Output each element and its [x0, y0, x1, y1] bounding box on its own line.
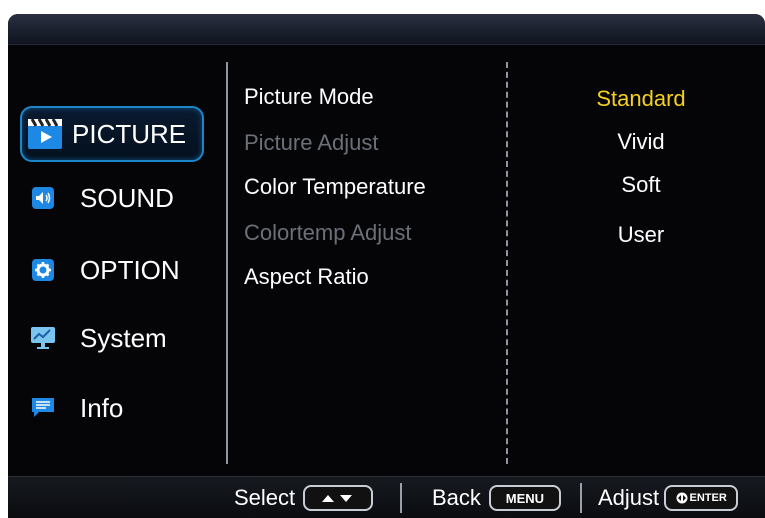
- value-soft[interactable]: Soft: [528, 172, 754, 198]
- hint-select: Select: [234, 485, 374, 511]
- option-aspect-ratio[interactable]: Aspect Ratio: [244, 264, 369, 290]
- hint-back: Back MENU: [432, 485, 561, 511]
- enter-key: ENTER: [664, 485, 739, 511]
- clapperboard-icon: [26, 117, 66, 151]
- tv-osd-screen: PICTURE SOUND OPTION System Info Picture…: [8, 14, 765, 518]
- hint-back-label: Back: [432, 485, 481, 510]
- menu-label-sound: SOUND: [80, 182, 174, 213]
- option-color-temperature[interactable]: Color Temperature: [244, 174, 426, 200]
- value-standard[interactable]: Standard: [528, 86, 754, 112]
- menu-label-picture: PICTURE: [72, 118, 187, 149]
- chat-bubble-icon: [30, 395, 56, 421]
- hint-adjust-label: Adjust: [598, 485, 660, 510]
- menu-item-picture[interactable]: PICTURE: [20, 106, 204, 162]
- menu-item-sound[interactable]: SOUND: [20, 172, 200, 224]
- menu-item-info[interactable]: Info: [20, 382, 200, 434]
- column-divider-dashed: [506, 62, 508, 464]
- hint-adjust: Adjust ENTER: [598, 485, 739, 511]
- speaker-icon: [30, 185, 56, 211]
- menu-item-system[interactable]: System: [20, 312, 200, 364]
- menu-key: MENU: [488, 485, 561, 511]
- monitor-chart-icon: [30, 325, 56, 351]
- gear-icon: [30, 257, 56, 283]
- top-bar: [8, 14, 765, 45]
- left-right-arrows-icon: [676, 492, 688, 504]
- hint-separator: [580, 483, 582, 513]
- hint-separator: [400, 483, 402, 513]
- option-colortemp-adjust: Colortemp Adjust: [244, 220, 412, 245]
- menu-label-system: System: [80, 322, 167, 353]
- value-vivid[interactable]: Vivid: [528, 129, 754, 155]
- hint-select-label: Select: [234, 485, 296, 510]
- bottom-hint-bar: Select Back MENU Adjust ENTER: [8, 476, 765, 518]
- value-user[interactable]: User: [528, 222, 754, 248]
- up-down-arrows-icon: [303, 485, 374, 511]
- enter-key-label: ENTER: [689, 492, 727, 504]
- menu-item-option[interactable]: OPTION: [20, 244, 200, 296]
- option-picture-adjust: Picture Adjust: [244, 130, 379, 155]
- option-picture-mode[interactable]: Picture Mode: [244, 84, 374, 110]
- menu-label-option: OPTION: [80, 254, 180, 285]
- column-divider: [226, 62, 228, 464]
- menu-label-info: Info: [80, 392, 124, 423]
